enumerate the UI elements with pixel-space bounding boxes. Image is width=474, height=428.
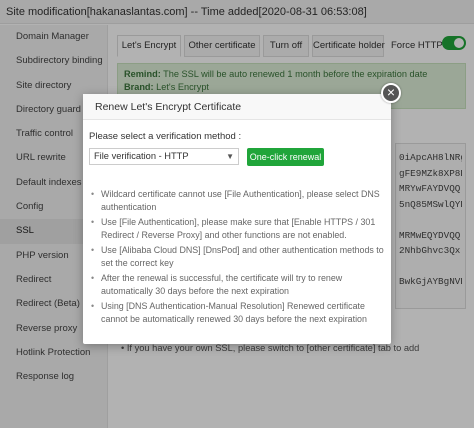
list-item: • Using [DNS Authentication-Manual Resolu… — [91, 301, 367, 324]
tip-text: Use [File Authentication], please make s… — [101, 217, 376, 240]
list-item: • Wildcard certificate cannot use [File A… — [91, 189, 380, 212]
tip-text: Wildcard certificate cannot use [File Au… — [101, 189, 380, 212]
close-icon[interactable]: × — [381, 83, 401, 103]
verification-method-value: File verification - HTTP — [94, 151, 189, 161]
tip-text: Use [Alibaba Cloud DNS] [DnsPod] and oth… — [101, 245, 384, 268]
tip-text: After the renewal is successful, the cer… — [101, 273, 343, 296]
verification-method-select[interactable]: File verification - HTTP ▼ — [89, 148, 239, 165]
chevron-down-icon: ▼ — [226, 152, 234, 161]
one-click-renewal-button[interactable]: One-click renewal — [247, 148, 324, 166]
tip-text: Using [DNS Authentication-Manual Resolut… — [101, 301, 367, 324]
list-item: • After the renewal is successful, the ce… — [91, 273, 343, 296]
list-item: • Use [Alibaba Cloud DNS] [DnsPod] and ot… — [91, 245, 384, 268]
verification-method-label: Please select a verification method : — [89, 131, 242, 142]
tips-list: • Wildcard certificate cannot use [File A… — [89, 188, 385, 328]
dialog-title: Renew Let's Encrypt Certificate — [83, 94, 391, 120]
site-modification-window: Site modification[hakanaslantas.com] -- … — [0, 0, 474, 428]
renew-certificate-dialog: Renew Let's Encrypt Certificate × Please… — [83, 83, 401, 344]
list-item: • Use [File Authentication], please make … — [91, 217, 376, 240]
